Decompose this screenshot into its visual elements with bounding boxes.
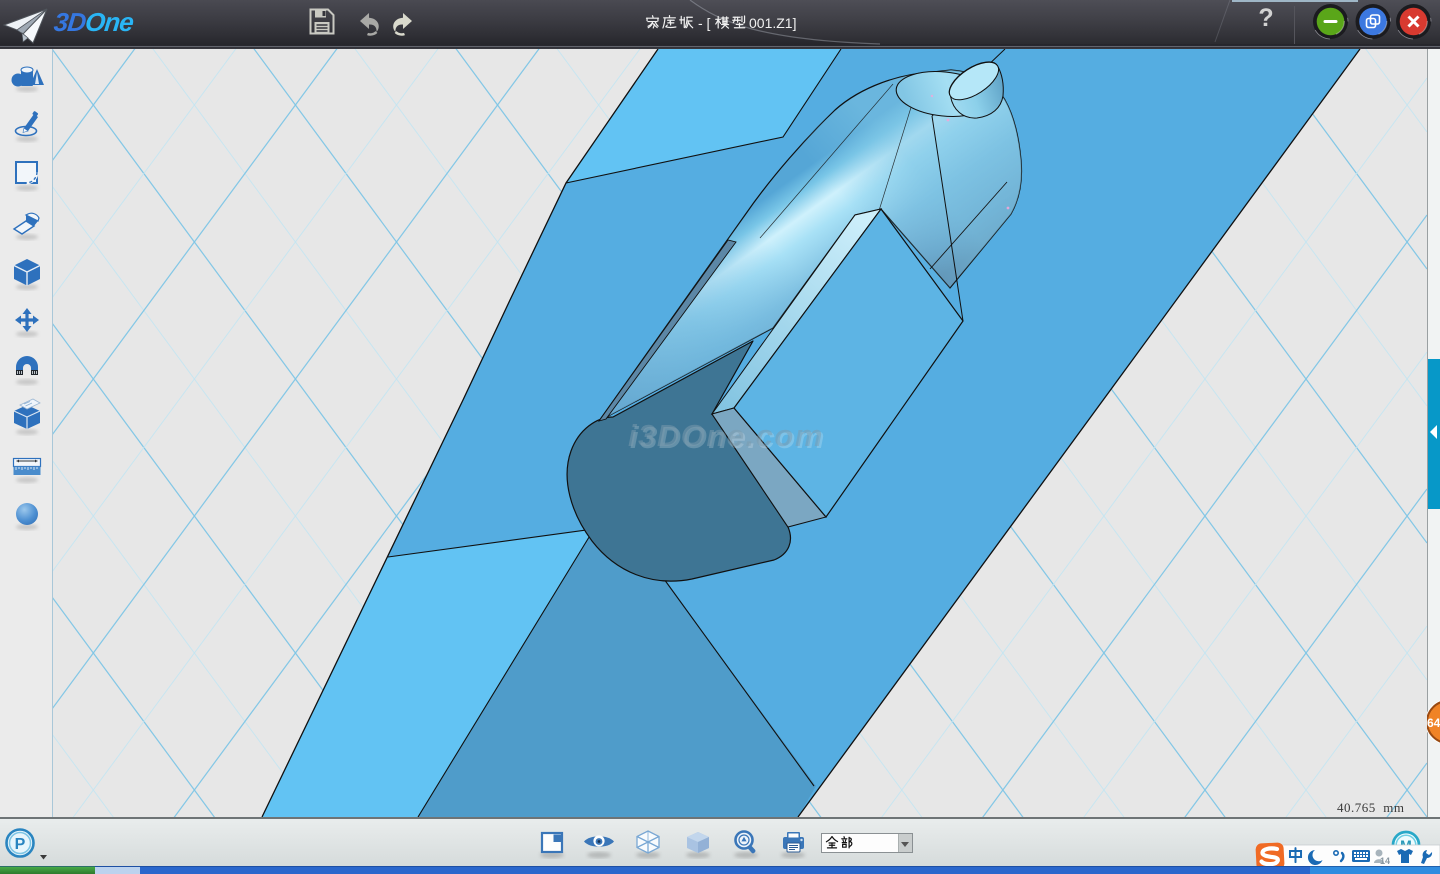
svg-text:P: P: [15, 836, 26, 853]
svg-text:64: 64: [1427, 716, 1440, 730]
svg-text:14: 14: [1380, 856, 1390, 866]
svg-text:001.Z1]: 001.Z1]: [749, 15, 796, 31]
svg-text:40.765 mm: 40.765 mm: [1337, 800, 1404, 815]
svg-text:i3DOne.com: i3DOne.com: [628, 418, 824, 453]
svg-text:- [: - [: [698, 15, 711, 31]
